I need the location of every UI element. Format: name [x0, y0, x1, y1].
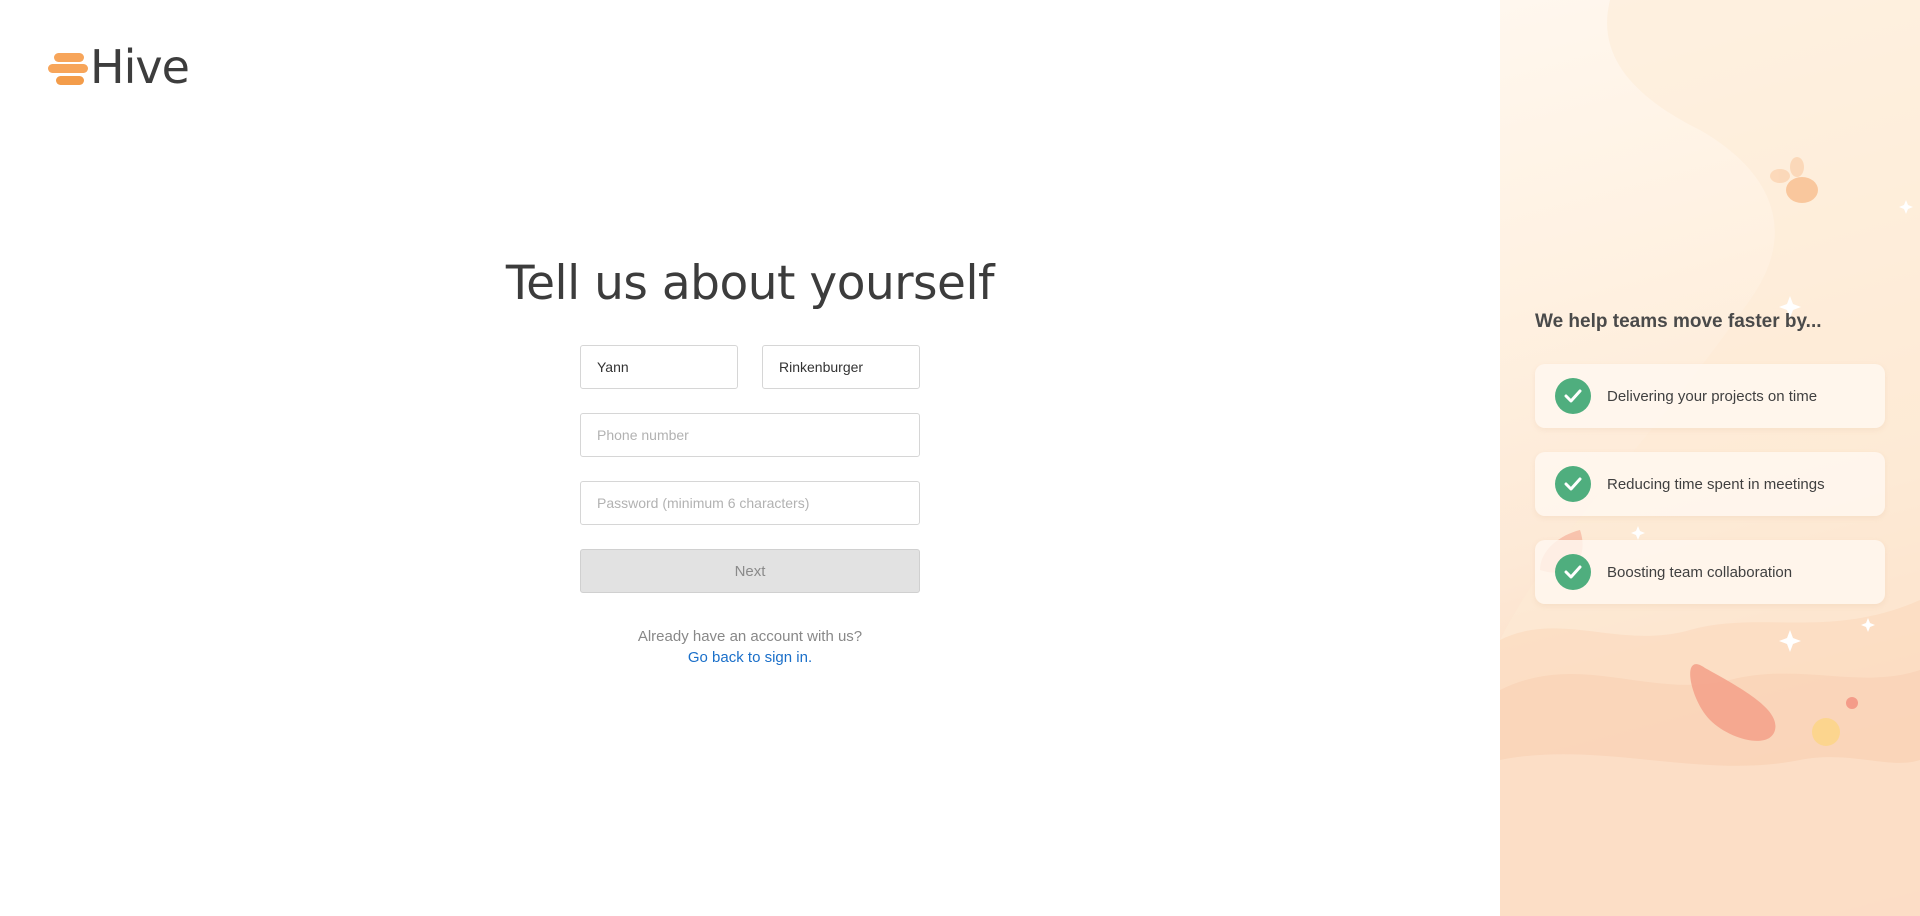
check-circle-icon — [1555, 554, 1591, 590]
benefit-label: Delivering your projects on time — [1607, 387, 1818, 405]
password-input[interactable] — [580, 481, 920, 526]
first-name-input[interactable] — [580, 345, 738, 390]
signin-link[interactable]: Go back to sign in. — [688, 649, 812, 666]
check-circle-icon — [1555, 466, 1591, 502]
account-prompt-text: Already have an account with us? — [637, 628, 863, 646]
benefit-label: Boosting team collaboration — [1607, 563, 1793, 581]
signup-main: Hive Tell us about yourself Next Already… — [0, 0, 1500, 916]
signin-prompt: Already have an account with us? Go back… — [500, 626, 1000, 668]
page-title: Tell us about yourself — [505, 256, 995, 311]
benefit-card: Reducing time spent in meetings — [1535, 452, 1885, 516]
hive-logo[interactable]: Hive — [48, 40, 190, 94]
benefits-panel: We help teams move faster by... Deliveri… — [1500, 0, 1920, 916]
phone-input[interactable] — [580, 413, 920, 458]
last-name-input[interactable] — [762, 345, 920, 390]
check-circle-icon — [1555, 378, 1591, 414]
benefit-label: Reducing time spent in meetings — [1607, 475, 1825, 493]
hive-logo-icon — [48, 49, 88, 85]
brand-name: Hive — [90, 40, 190, 94]
benefit-card: Boosting team collaboration — [1535, 540, 1885, 604]
benefit-card: Delivering your projects on time — [1535, 364, 1885, 428]
signup-form: Tell us about yourself Next Already have… — [500, 256, 1000, 668]
panel-title: We help teams move faster by... — [1535, 311, 1822, 332]
name-row — [580, 345, 920, 390]
next-button[interactable]: Next — [580, 549, 920, 594]
